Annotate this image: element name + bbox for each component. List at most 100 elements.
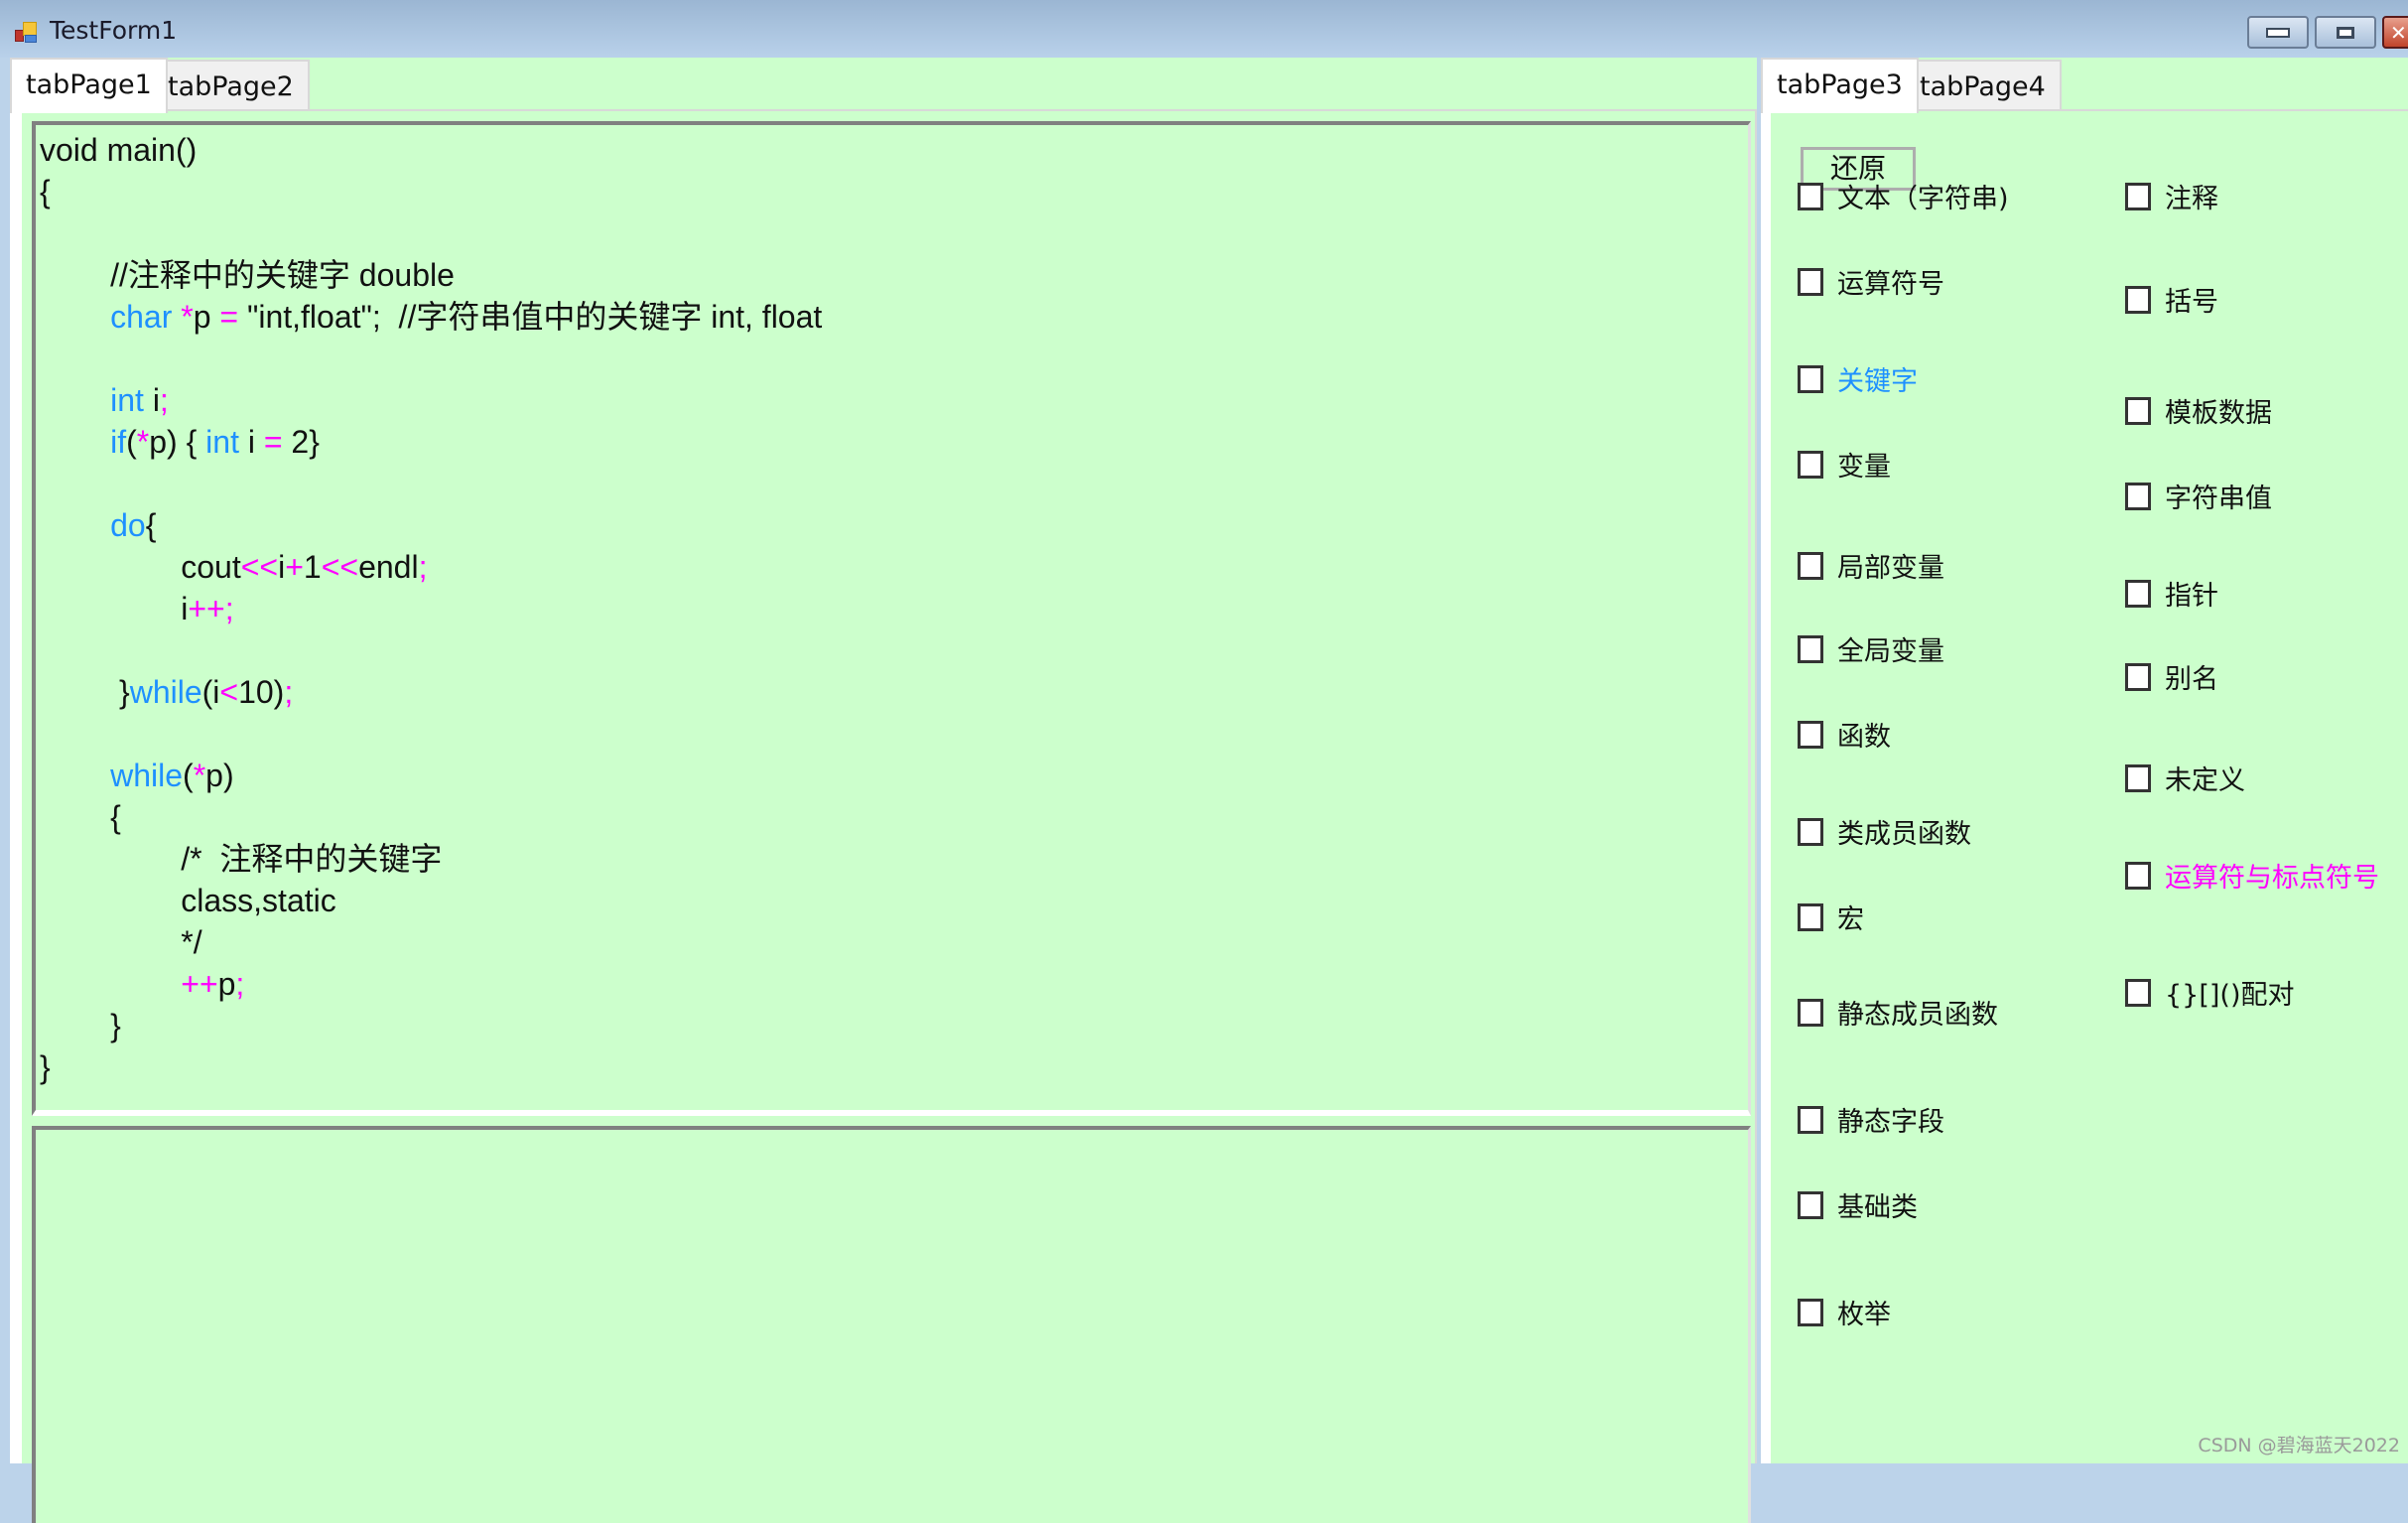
checkbox-icon[interactable] [1798, 634, 1823, 663]
checkbox-icon[interactable] [1798, 998, 1823, 1027]
code-operator: = [263, 424, 283, 460]
checkbox-icon[interactable] [1798, 1298, 1823, 1326]
code-line: } [40, 1046, 822, 1088]
code-token: i [143, 382, 160, 418]
checkbox-item[interactable]: 运算符号 [1798, 262, 1944, 301]
checkbox-label: 指针 [2165, 581, 2218, 612]
tab-label: tabPage3 [1777, 69, 1903, 100]
checkbox-item[interactable]: 括号 [2125, 280, 2218, 319]
app-icon [13, 20, 39, 43]
checkbox-icon[interactable] [2125, 396, 2151, 425]
tab-page4[interactable]: tabPage4 [1904, 60, 2062, 109]
watermark: CSDN @碧海蓝天2022 [2198, 1435, 2400, 1456]
checkbox-item[interactable]: 文本（字符串) [1798, 177, 2009, 215]
code-line: char *p = "int,float"; //字符串值中的关键字 int, … [40, 296, 822, 338]
checkbox-icon[interactable] [1798, 1105, 1823, 1134]
checkbox-icon[interactable] [1798, 267, 1823, 296]
code-keyword: if [110, 424, 127, 460]
code-line: int i; [40, 379, 822, 421]
output-textbox[interactable] [32, 1126, 1751, 1523]
checkbox-item[interactable]: 基础类 [1798, 1185, 1918, 1224]
code-token: 2} [282, 424, 320, 460]
code-line: i++; [40, 588, 822, 629]
checkbox-label: 全局变量 [1837, 636, 1944, 667]
code-token: { [145, 507, 157, 543]
code-operator: ; [235, 966, 245, 1002]
checkbox-icon[interactable] [1798, 902, 1823, 931]
checkbox-item[interactable]: 类成员函数 [1798, 812, 1971, 851]
checkbox-label: 未定义 [2165, 765, 2245, 796]
code-line: cout<<i+1<<endl; [40, 546, 822, 588]
checkbox-icon[interactable] [2125, 861, 2151, 890]
checkbox-label: 注释 [2165, 184, 2218, 214]
checkbox-icon[interactable] [1798, 182, 1823, 210]
checkbox-item[interactable]: 宏 [1798, 898, 1864, 936]
checkbox-item[interactable]: 指针 [2125, 574, 2218, 613]
checkbox-icon[interactable] [2125, 482, 2151, 510]
code-line: while(*p) [40, 755, 822, 796]
checkbox-icon[interactable] [2125, 579, 2151, 608]
code-keyword: while [129, 674, 202, 710]
checkbox-item[interactable]: 全局变量 [1798, 629, 1944, 668]
checkbox-icon[interactable] [1798, 1190, 1823, 1219]
right-tab-control: tabPage3 tabPage4 还原 CSDN @碧海蓝天2022 文本（字… [1761, 58, 2408, 1463]
checkbox-item[interactable]: 关键字 [1798, 359, 1918, 398]
checkbox-icon[interactable] [1798, 364, 1823, 393]
checkbox-item[interactable]: 运算符与标点符号 [2125, 856, 2379, 895]
checkbox-item[interactable]: 别名 [2125, 657, 2218, 696]
checkbox-icon[interactable] [1798, 720, 1823, 749]
tab-page1-content: void main() { //注释中的关键字 double char *p = … [10, 109, 1777, 1523]
tab-label: tabPage2 [168, 71, 294, 102]
checkbox-icon[interactable] [2125, 285, 2151, 314]
code-line: class,static [40, 880, 822, 921]
checkbox-icon[interactable] [2125, 978, 2151, 1007]
code-token: p) [205, 758, 234, 793]
checkbox-label: 静态成员函数 [1837, 1000, 1998, 1031]
checkbox-item[interactable]: 注释 [2125, 177, 2218, 215]
code-line: }while(i<10); [40, 671, 822, 713]
code-operator: << [240, 549, 279, 585]
checkbox-icon[interactable] [2125, 763, 2151, 792]
code-keyword: int [205, 424, 239, 460]
tab-page1[interactable]: tabPage1 [10, 58, 168, 113]
code-line: //注释中的关键字 double [40, 254, 822, 296]
checkbox-item[interactable]: 模板数据 [2125, 391, 2272, 430]
code-keyword: while [110, 758, 184, 793]
checkbox-label: 关键字 [1837, 366, 1918, 397]
code-token: } [40, 1049, 51, 1085]
code-operator: = [219, 299, 239, 335]
code-token: p [217, 966, 236, 1002]
checkbox-item[interactable]: 局部变量 [1798, 546, 1944, 585]
checkbox-item[interactable]: 字符串值 [2125, 477, 2272, 515]
checkbox-item[interactable]: 静态字段 [1798, 1100, 1944, 1139]
tab-page3-content: 还原 CSDN @碧海蓝天2022 文本（字符串) 运算符号 关键字 变量 局部变量全… [1761, 109, 2408, 1463]
checkbox-item[interactable]: 变量 [1798, 445, 1891, 484]
checkbox-icon[interactable] [1798, 551, 1823, 580]
checkbox-icon[interactable] [2125, 662, 2151, 691]
checkbox-label: 字符串值 [2165, 484, 2272, 514]
minimize-button[interactable] [2247, 16, 2309, 49]
tab-page2[interactable]: tabPage2 [152, 60, 310, 109]
code-operator: ++; [188, 591, 234, 626]
checkbox-item[interactable]: {}[]()配对 [2125, 973, 2295, 1012]
maximize-button[interactable] [2315, 16, 2376, 49]
code-token: ( [126, 424, 137, 460]
checkbox-item[interactable]: 静态成员函数 [1798, 993, 1998, 1032]
checkbox-label: 文本（字符串) [1837, 184, 2009, 214]
checkbox-icon[interactable] [1798, 817, 1823, 846]
code-line: ++p; [40, 963, 822, 1005]
checkbox-item[interactable]: 未定义 [2125, 759, 2245, 797]
code-keyword: int [110, 382, 144, 418]
checkbox-icon[interactable] [1798, 450, 1823, 479]
checkbox-item[interactable]: 函数 [1798, 715, 1891, 754]
close-button[interactable]: ✕ [2382, 16, 2408, 49]
checkbox-icon[interactable] [2125, 182, 2151, 210]
checkbox-item[interactable]: 枚举 [1798, 1293, 1891, 1331]
code-keyword: char [110, 299, 173, 335]
tab-page3[interactable]: tabPage3 [1761, 58, 1919, 113]
code-editor[interactable]: void main() { //注释中的关键字 double char *p = … [32, 121, 1751, 1116]
